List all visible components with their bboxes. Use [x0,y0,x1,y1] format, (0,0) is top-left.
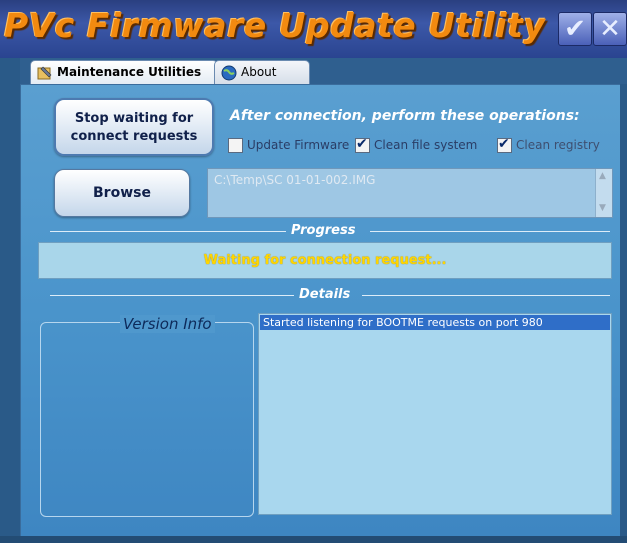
progress-divider-left [50,231,286,232]
tab-label: Maintenance Utilities [57,65,202,79]
tab-about[interactable]: About [214,60,310,84]
details-log-list[interactable]: Started listening for BOOTME requests on… [258,313,612,515]
update-firmware-option[interactable]: Update Firmware [228,138,349,153]
close-icon[interactable]: ✕ [593,12,627,46]
scroll-up-icon[interactable]: ▲ [599,171,606,181]
clean-registry-label: Clean registry [516,138,600,152]
scroll-down-icon[interactable]: ▼ [599,203,606,213]
tab-strip: Maintenance Utilities About [0,58,627,84]
details-heading: Details [299,287,351,302]
browse-button[interactable]: Browse [54,169,190,217]
clean-file-system-label: Clean file system [374,138,478,152]
version-info-box [40,322,254,517]
window-frame-right [620,84,627,543]
stop-button-line2: connect requests [70,129,198,144]
progress-divider-right [370,231,610,232]
check-icon[interactable]: ✔ [558,12,592,46]
tab-maintenance-utilities[interactable]: Maintenance Utilities [30,60,218,84]
stop-button-line1: Stop waiting for [74,111,194,126]
window-frame-left [0,58,20,543]
progress-status-box: Waiting for connection request... [38,242,612,279]
details-divider-left [50,295,294,296]
update-firmware-label: Update Firmware [247,138,350,152]
version-info-label: Version Info [120,315,215,333]
title-bar: PVc Firmware Update Utility ✔ ✕ [0,0,627,58]
details-divider-right [362,295,610,296]
file-path-scrollbar[interactable]: ▲ ▼ [595,169,612,217]
tab-label: About [241,65,277,79]
tools-icon [37,66,52,79]
clean-file-system-checkbox[interactable] [355,136,370,153]
clean-registry-option[interactable]: Clean registry [497,136,600,153]
log-row[interactable]: Started listening for BOOTME requests on… [260,315,610,330]
clean-file-system-option[interactable]: Clean file system [355,136,478,153]
globe-icon [221,65,237,80]
app-title: PVc Firmware Update Utility [4,6,546,45]
progress-message: Waiting for connection request... [203,253,447,268]
operations-heading: After connection, perform these operatio… [230,108,580,124]
file-path-field[interactable]: C:\Temp\SC 01-01-002.IMG ▲ ▼ [207,168,613,218]
window-frame-bottom [0,536,627,543]
update-firmware-checkbox[interactable] [228,138,243,153]
stop-waiting-button[interactable]: Stop waiting for connect requests [54,98,214,156]
clean-registry-checkbox[interactable] [497,136,512,153]
progress-heading: Progress [291,223,356,238]
file-path-text: C:\Temp\SC 01-01-002.IMG [214,173,376,187]
